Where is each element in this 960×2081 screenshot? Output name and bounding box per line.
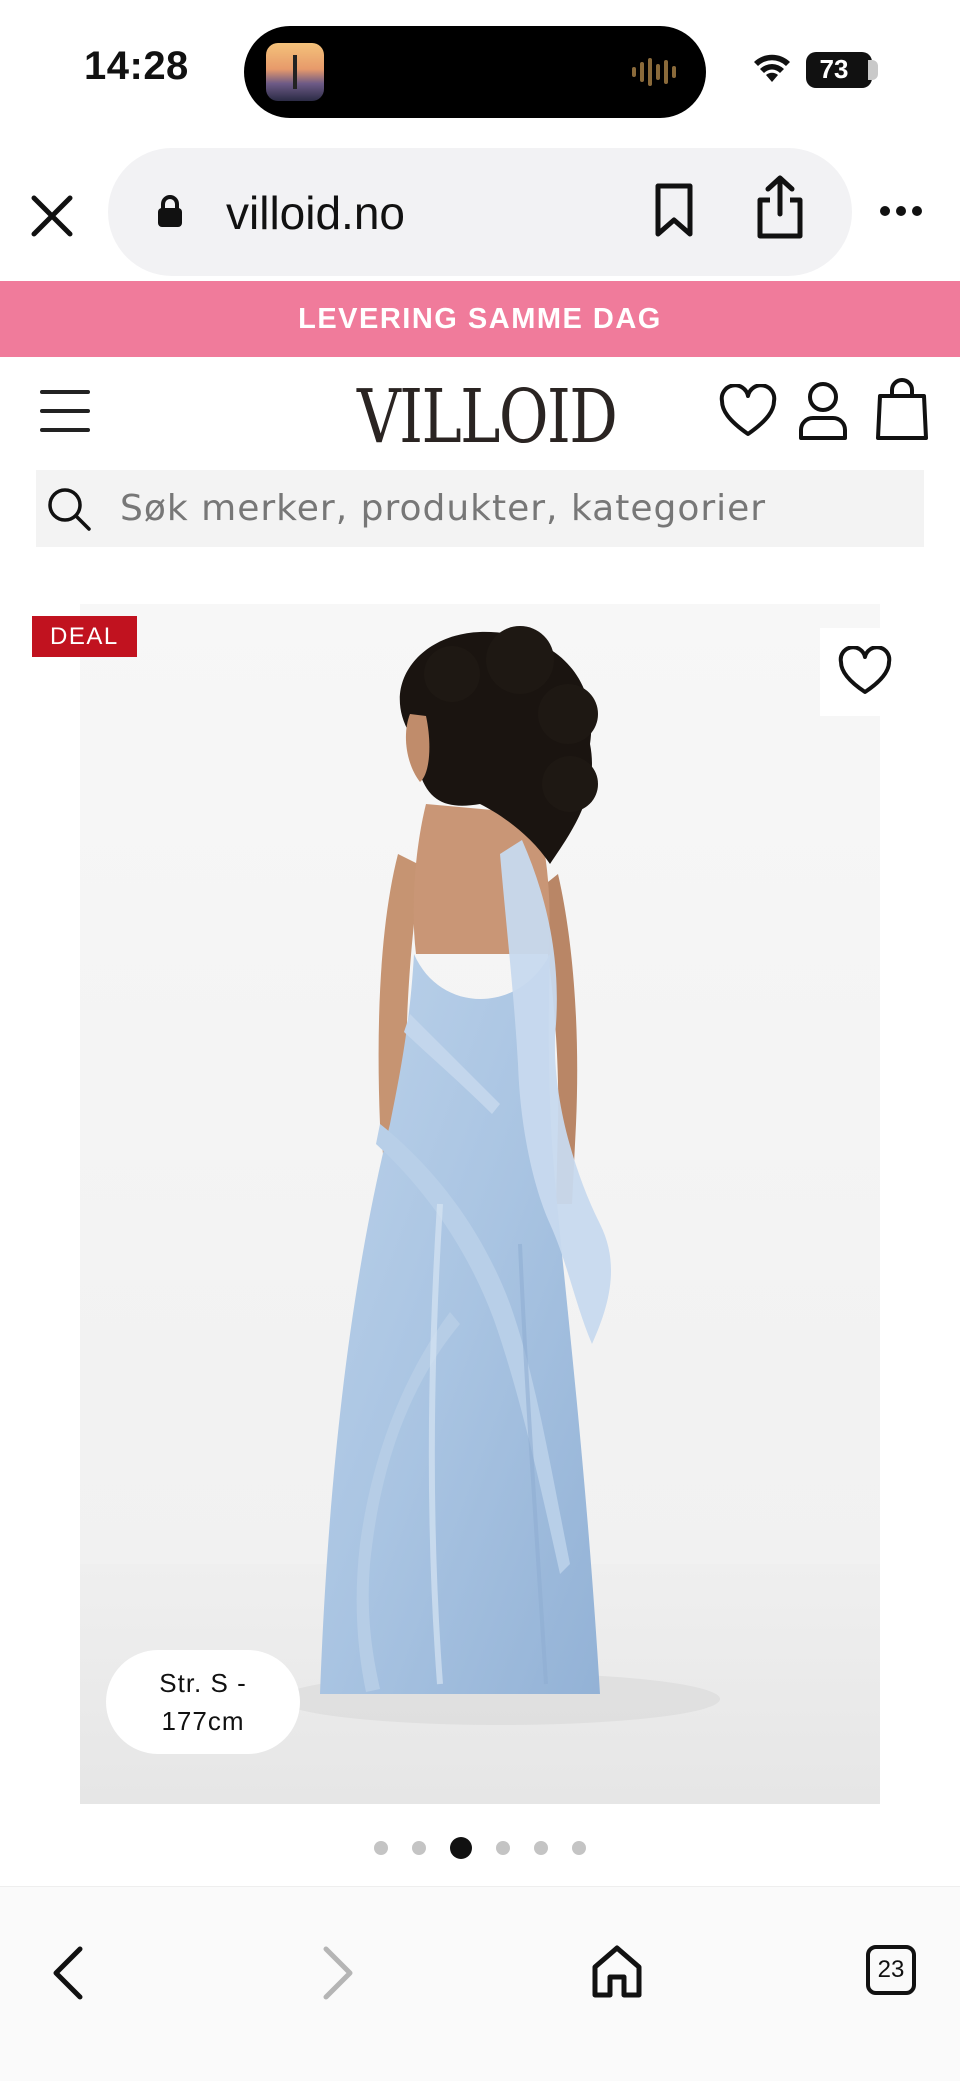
now-playing-artwork <box>266 43 324 101</box>
image-carousel-dots <box>0 1836 960 1860</box>
battery-icon: 73 <box>806 52 878 88</box>
back-arrow-icon[interactable] <box>48 1943 88 2003</box>
lock-icon <box>158 195 182 227</box>
add-to-wishlist-button[interactable] <box>820 628 910 716</box>
carousel-dot[interactable] <box>534 1841 548 1855</box>
wishlist-heart-icon[interactable] <box>718 384 778 440</box>
battery-level: 73 <box>819 54 849 84</box>
more-options-icon[interactable] <box>880 206 922 216</box>
promo-banner[interactable]: LEVERING SAMME DAG <box>0 281 960 357</box>
status-bar: 14:28 73 <box>0 0 960 140</box>
model-height-line2: 177cm <box>161 1706 245 1736</box>
model-size-line1: Str. S - <box>159 1668 247 1698</box>
shopping-bag-icon[interactable] <box>874 376 930 442</box>
model-size-label: Str. S - 177cm <box>106 1650 300 1754</box>
close-button[interactable] <box>22 186 82 246</box>
brand-logo[interactable]: VILLOID <box>357 374 618 460</box>
dynamic-island[interactable] <box>244 26 706 118</box>
carousel-dot-active[interactable] <box>450 1837 472 1859</box>
carousel-dot[interactable] <box>374 1841 388 1855</box>
carousel-dot[interactable] <box>572 1841 586 1855</box>
wifi-icon <box>754 54 790 82</box>
product-image[interactable] <box>80 604 880 1804</box>
carousel-dot[interactable] <box>496 1841 510 1855</box>
forward-arrow-icon[interactable] <box>318 1943 358 2003</box>
heart-icon <box>838 646 892 694</box>
close-icon <box>31 195 73 237</box>
carousel-dot[interactable] <box>412 1841 426 1855</box>
hamburger-menu-icon[interactable] <box>40 390 90 432</box>
browser-bar: villoid.no <box>0 148 960 278</box>
browser-toolbar: 23 <box>0 1886 960 2081</box>
status-time: 14:28 <box>84 44 189 88</box>
tabs-button[interactable]: 23 <box>866 1945 916 1995</box>
bookmark-icon[interactable] <box>650 182 698 238</box>
site-header: VILLOID <box>0 358 960 464</box>
search-bar <box>36 470 924 547</box>
search-icon[interactable] <box>44 484 94 534</box>
home-icon[interactable] <box>590 1943 644 1999</box>
deal-badge: DEAL <box>32 616 137 657</box>
address-bar[interactable]: villoid.no <box>108 148 852 276</box>
audio-waveform-icon <box>632 56 684 88</box>
share-icon[interactable] <box>754 174 806 240</box>
account-icon[interactable] <box>796 380 850 442</box>
url-text: villoid.no <box>226 187 405 239</box>
model-in-blue-ruffle-dress-photo <box>80 626 880 1804</box>
promo-text: LEVERING SAMME DAG <box>298 302 662 335</box>
search-input[interactable] <box>120 470 900 547</box>
